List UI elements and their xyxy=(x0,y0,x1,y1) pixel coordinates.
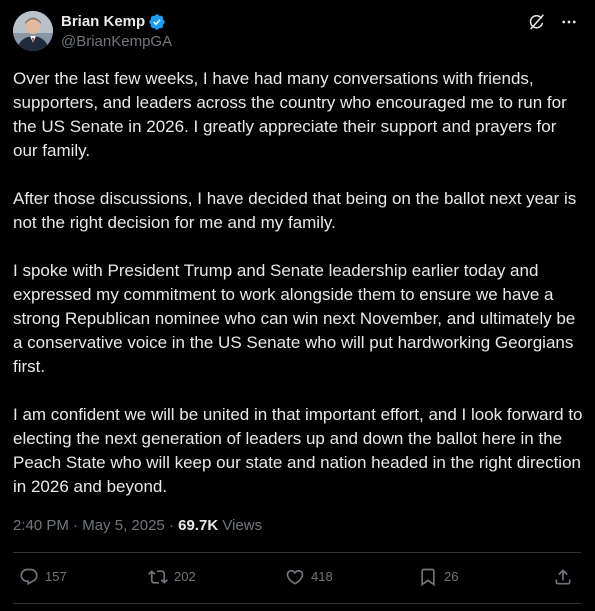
reply-count: 157 xyxy=(45,569,67,584)
like-button[interactable]: 418 xyxy=(285,567,333,587)
tweet: Brian Kemp @BrianKempGA Over the last fe… xyxy=(0,0,595,611)
tweet-text: Over the last few weeks, I have had many… xyxy=(13,67,585,523)
divider xyxy=(13,552,581,553)
tweet-metadata: 2:40 PM · May 5, 2025 · 69.7K Views xyxy=(13,516,262,536)
share-button[interactable] xyxy=(553,567,573,587)
grok-icon[interactable] xyxy=(528,13,546,31)
avatar[interactable] xyxy=(13,11,53,51)
repost-button[interactable]: 202 xyxy=(148,567,196,587)
reply-button[interactable]: 157 xyxy=(19,567,67,587)
share-icon xyxy=(555,569,571,585)
tweet-paragraph-1: Over the last few weeks, I have had many… xyxy=(13,69,567,160)
more-horizontal-icon[interactable] xyxy=(560,13,578,31)
verified-badge-icon[interactable] xyxy=(148,13,166,31)
meta-separator-2: · xyxy=(168,517,174,534)
author-names: Brian Kemp @BrianKempGA xyxy=(61,12,172,52)
display-name[interactable]: Brian Kemp xyxy=(61,12,145,32)
tweet-paragraph-2: After those discussions, I have decided … xyxy=(13,189,577,232)
author-handle[interactable]: @BrianKempGA xyxy=(61,32,172,52)
avatar-image xyxy=(13,11,53,51)
meta-separator: · xyxy=(73,517,79,534)
bottom-divider xyxy=(13,603,581,604)
views-label: Views xyxy=(222,517,263,534)
reply-icon xyxy=(20,568,38,586)
engagement-bar: 157 202 418 26 xyxy=(13,563,581,593)
repost-count: 202 xyxy=(174,569,196,584)
bookmark-count: 26 xyxy=(444,569,459,584)
bookmark-button[interactable]: 26 xyxy=(418,567,458,587)
display-name-row: Brian Kemp xyxy=(61,12,172,32)
header-actions xyxy=(528,13,578,31)
tweet-time[interactable]: 2:40 PM xyxy=(13,517,69,534)
tweet-paragraph-3: I spoke with President Trump and Senate … xyxy=(13,261,576,376)
tweet-date[interactable]: May 5, 2025 xyxy=(82,517,165,534)
like-icon xyxy=(286,569,304,585)
like-count: 418 xyxy=(311,569,333,584)
tweet-header: Brian Kemp @BrianKempGA xyxy=(13,11,583,55)
views-count: 69.7K xyxy=(178,517,219,534)
repost-icon xyxy=(148,570,168,584)
tweet-paragraph-4: I am confident we will be united in that… xyxy=(13,405,583,496)
bookmark-icon xyxy=(421,568,435,587)
